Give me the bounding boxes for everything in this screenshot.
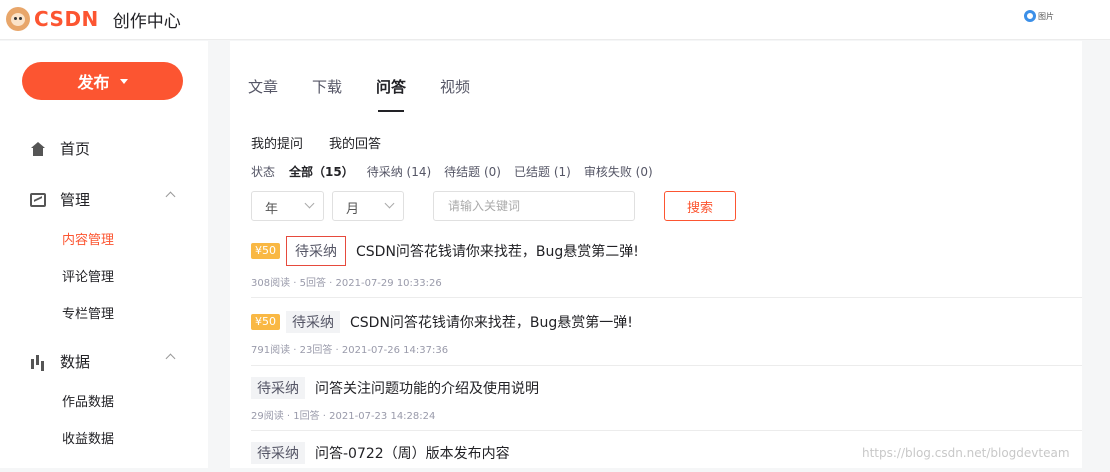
top-right-widget[interactable]: 图片 xyxy=(1024,10,1054,22)
sidebar-subitem-columns[interactable]: 专栏管理 xyxy=(62,303,114,322)
status-filters: 状态 全部（15） 待采纳 (14) 待结题 (0) 已结题 (1) 审核失败 … xyxy=(251,163,666,180)
status-badge: 待采纳 xyxy=(286,311,340,333)
bounty-badge: ¥50 xyxy=(251,243,280,259)
filter-closed[interactable]: 已结题 (1) xyxy=(514,163,571,180)
keyword-search-input[interactable] xyxy=(433,191,635,221)
tab-articles[interactable]: 文章 xyxy=(248,76,278,97)
qa-subtabs: 我的提问 我的回答 xyxy=(251,133,407,152)
question-row[interactable]: ¥50 待采纳 CSDN问答花钱请你来找茬，Bug悬赏第二弹! 308阅读 · … xyxy=(251,236,1082,298)
month-select[interactable]: 月 xyxy=(332,191,404,221)
sidebar-item-label: 首页 xyxy=(60,140,91,158)
year-select[interactable]: 年 xyxy=(251,191,324,221)
top-right-label: 图片 xyxy=(1038,11,1054,21)
subtab-my-questions[interactable]: 我的提问 xyxy=(251,133,303,152)
filter-label: 状态 xyxy=(251,165,276,179)
sidebar: 发布 首页 管理 内容管理 评论管理 专栏管理 数据 作品数据 收益数据 xyxy=(0,41,208,468)
csdn-logo[interactable]: CSDN 创作中心 xyxy=(6,6,181,32)
logo-text: CSDN xyxy=(34,7,99,31)
caret-down-icon xyxy=(119,78,128,84)
chevron-down-icon xyxy=(304,198,315,209)
app-title: 创作中心 xyxy=(112,11,181,32)
sidebar-subitem-content[interactable]: 内容管理 xyxy=(62,229,114,248)
tab-downloads[interactable]: 下载 xyxy=(312,76,342,97)
manage-icon xyxy=(30,192,46,207)
sidebar-subitem-comments[interactable]: 评论管理 xyxy=(62,266,114,285)
question-title[interactable]: 问答关注问题功能的介绍及使用说明 xyxy=(315,378,539,398)
question-meta: 308阅读 · 5回答 · 2021-07-29 10:33:26 xyxy=(251,278,442,289)
chevron-up-icon xyxy=(165,191,176,202)
main-panel: 文章 下载 问答 视频 我的提问 我的回答 状态 全部（15） 待采纳 (14)… xyxy=(230,41,1082,468)
chevron-up-icon xyxy=(165,353,176,364)
status-badge: 待采纳 xyxy=(286,236,346,266)
logo-mascot-icon xyxy=(6,7,30,31)
chevron-down-icon xyxy=(384,198,395,209)
question-meta: 791阅读 · 23回答 · 2021-07-26 14:37:36 xyxy=(251,345,449,356)
status-badge: 待采纳 xyxy=(251,442,305,464)
filter-failed[interactable]: 审核失败 (0) xyxy=(584,163,653,180)
sidebar-subitem-works-data[interactable]: 作品数据 xyxy=(62,391,114,410)
search-button[interactable]: 搜索 xyxy=(664,191,736,221)
question-row[interactable]: ¥50 待采纳 CSDN问答花钱请你来找茬，Bug悬赏第一弹! 791阅读 · … xyxy=(251,311,1082,366)
filter-pending[interactable]: 待采纳 (14) xyxy=(367,163,431,180)
filter-to-close[interactable]: 待结题 (0) xyxy=(444,163,501,180)
question-title[interactable]: CSDN问答花钱请你来找茬，Bug悬赏第一弹! xyxy=(350,312,633,332)
question-row[interactable]: 待采纳 问答关注问题功能的介绍及使用说明 29阅读 · 1回答 · 2021-0… xyxy=(251,377,1082,431)
sidebar-item-manage[interactable]: 管理 xyxy=(30,189,176,210)
question-title[interactable]: CSDN问答花钱请你来找茬，Bug悬赏第二弹! xyxy=(356,241,639,261)
tab-qa[interactable]: 问答 xyxy=(376,76,406,112)
question-title[interactable]: 问答-0722（周）版本发布内容 xyxy=(315,443,510,463)
bounty-badge: ¥50 xyxy=(251,314,280,330)
top-bar: CSDN 创作中心 图片 xyxy=(0,0,1110,40)
publish-button[interactable]: 发布 xyxy=(22,62,183,100)
image-search-icon xyxy=(1024,10,1036,22)
watermark: https://blog.csdn.net/blogdevteam xyxy=(862,446,1070,460)
sidebar-item-data[interactable]: 数据 xyxy=(30,351,176,372)
bar-chart-icon xyxy=(30,355,46,369)
question-meta: 29阅读 · 1回答 · 2021-07-23 14:28:24 xyxy=(251,411,436,422)
year-select-value: 年 xyxy=(265,202,279,217)
sidebar-item-label: 管理 xyxy=(60,191,91,209)
tab-video[interactable]: 视频 xyxy=(440,76,470,97)
page-scroll-area[interactable] xyxy=(1082,41,1110,468)
subtab-my-answers[interactable]: 我的回答 xyxy=(329,133,381,152)
publish-label: 发布 xyxy=(77,73,110,92)
sidebar-item-label: 数据 xyxy=(60,353,91,371)
month-select-value: 月 xyxy=(346,202,360,217)
sidebar-subitem-income-data[interactable]: 收益数据 xyxy=(62,428,114,447)
home-icon xyxy=(30,141,46,156)
filter-all[interactable]: 全部（15） xyxy=(289,163,354,180)
status-badge: 待采纳 xyxy=(251,377,305,399)
sidebar-item-home[interactable]: 首页 xyxy=(30,138,90,159)
content-tabs: 文章 下载 问答 视频 xyxy=(248,76,504,112)
